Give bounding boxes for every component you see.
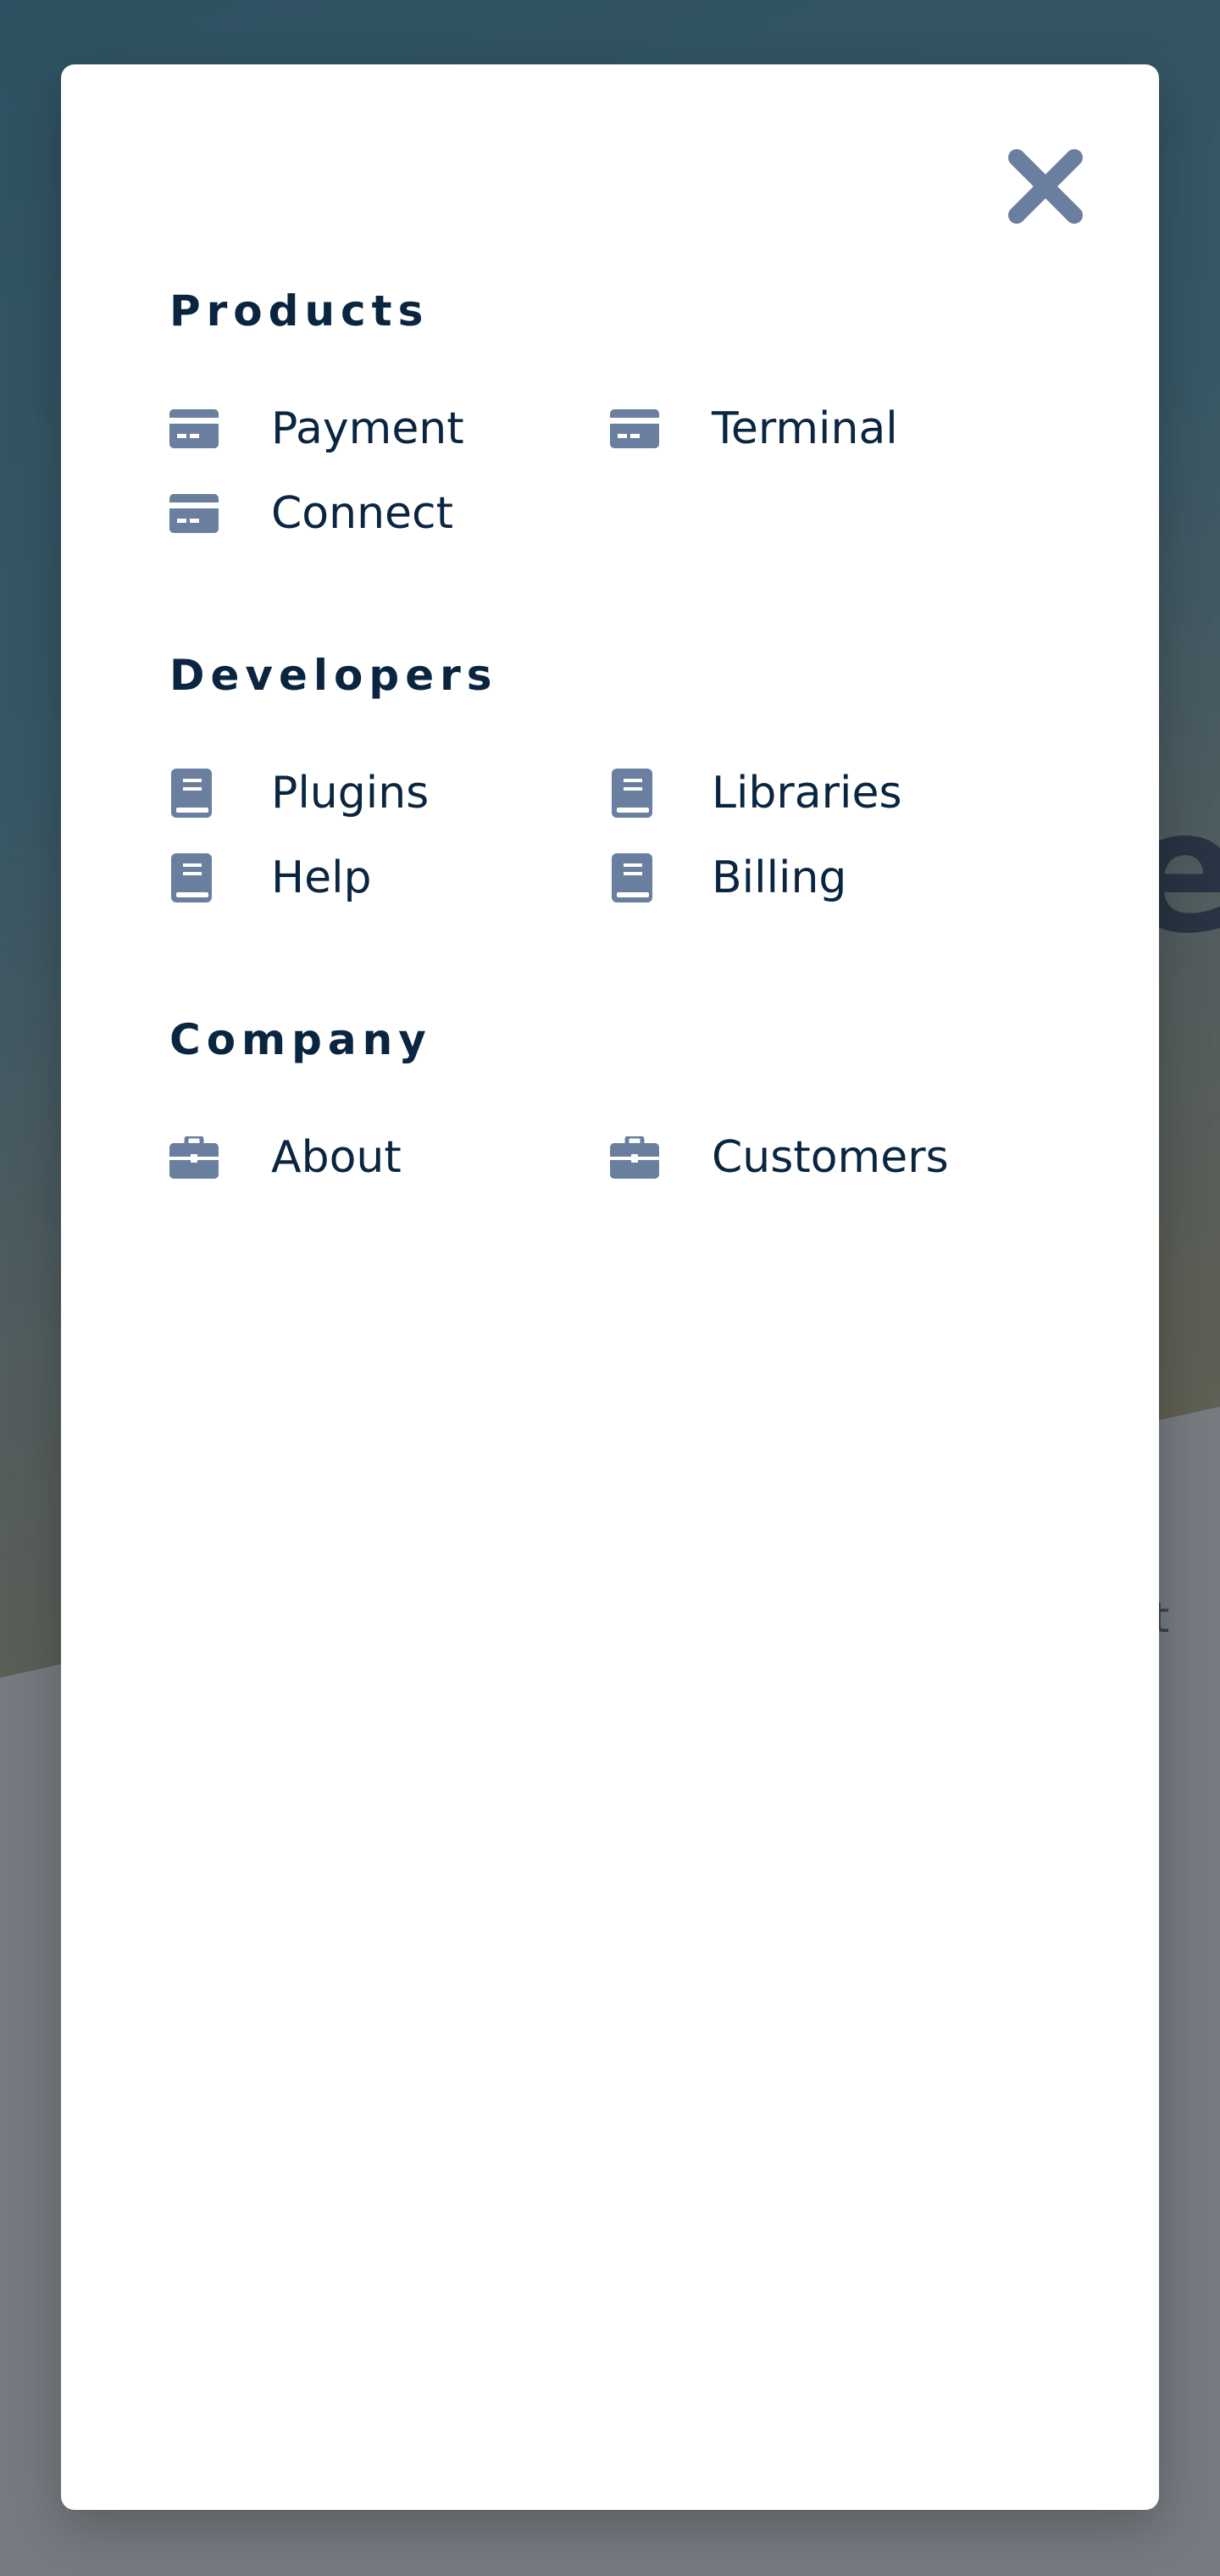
mobile-menu-panel: Products Payment Terminal Connect Develo… [61,64,1159,2510]
menu-link-label: Help [271,852,372,903]
menu-link-label: Customers [712,1132,949,1183]
menu-link-customers[interactable]: Customers [610,1115,949,1200]
book-icon [610,769,659,818]
credit-card-icon [169,489,219,538]
section-title-products: Products [169,286,430,336]
credit-card-icon [610,404,659,453]
book-icon [610,853,659,902]
credit-card-icon [169,404,219,453]
menu-link-billing[interactable]: Billing [610,836,846,920]
menu-section-company: Company About Customers [169,1010,1068,1200]
close-icon [1008,149,1083,224]
close-menu-button[interactable] [1001,142,1090,230]
menu-link-label: Connect [271,488,454,539]
menu-link-label: Terminal [712,403,898,454]
menu-link-label: Plugins [271,768,430,819]
menu-link-label: Billing [712,852,847,903]
menu-link-label: About [271,1132,402,1183]
menu-link-plugins[interactable]: Plugins [169,751,429,836]
menu-link-connect[interactable]: Connect [169,471,453,556]
menu-link-help[interactable]: Help [169,836,372,920]
section-title-developers: Developers [169,651,498,700]
book-icon [169,853,219,902]
section-title-company: Company [169,1015,432,1064]
menu-link-libraries[interactable]: Libraries [610,751,902,836]
briefcase-icon [610,1133,659,1182]
menu-section-products: Products Payment Terminal Connect [169,281,1068,556]
menu-link-label: Payment [271,403,464,454]
menu-link-terminal[interactable]: Terminal [610,386,898,471]
menu-link-payment[interactable]: Payment [169,386,464,471]
book-icon [169,769,219,818]
menu-link-label: Libraries [712,768,902,819]
menu-link-about[interactable]: About [169,1115,402,1200]
menu-section-developers: Developers Plugins Libraries Help Billin… [169,646,1068,920]
briefcase-icon [169,1133,219,1182]
